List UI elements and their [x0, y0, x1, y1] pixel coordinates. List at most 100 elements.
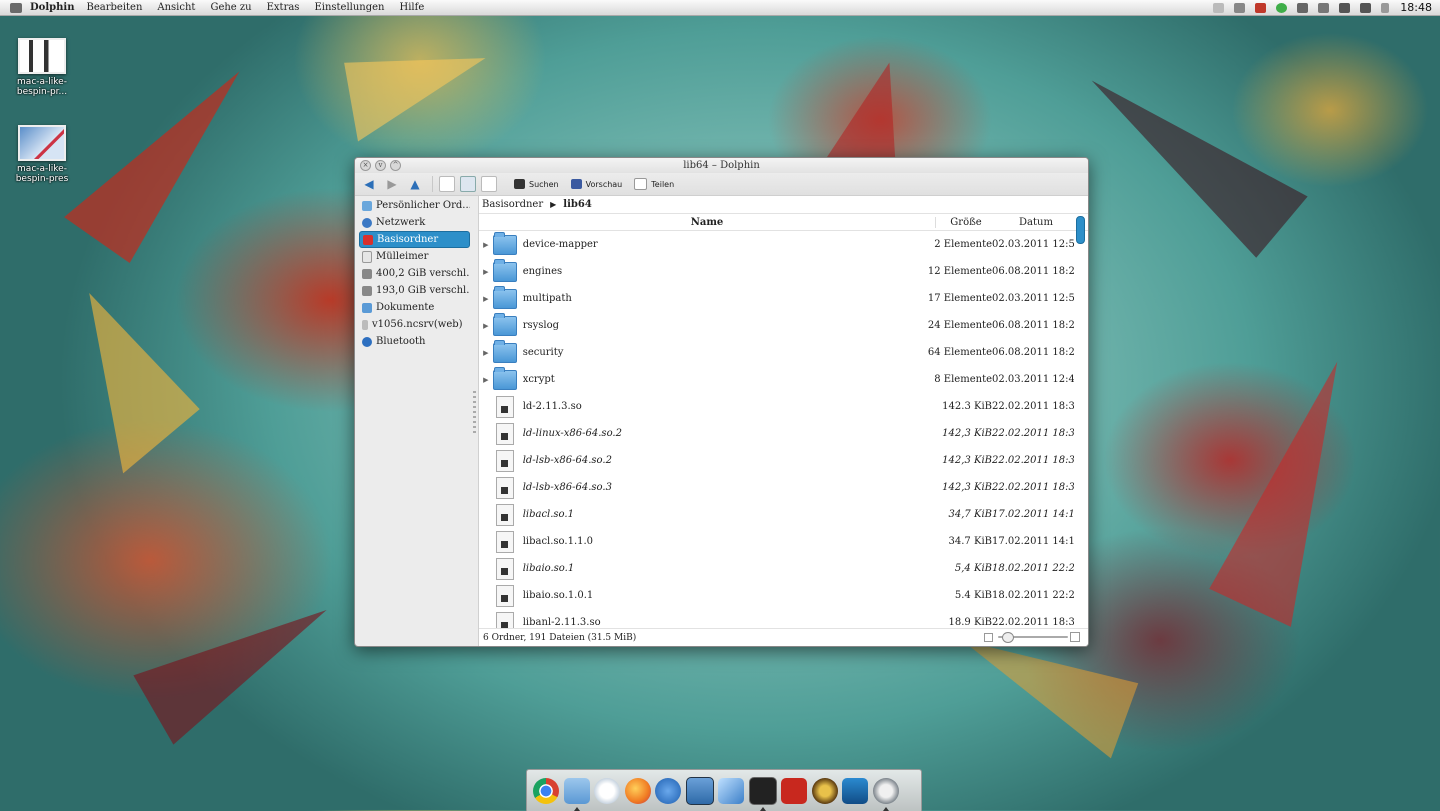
file-row[interactable]: ld-lsb-x86-64.so.2 142,3 KiB 22.02.2011 18…	[479, 447, 1074, 474]
file-size: 8 Elemente	[934, 374, 992, 385]
file-row[interactable]: ▶ xcrypt 8 Elemente 02.03.2011 12:49	[479, 366, 1074, 393]
menu-extras[interactable]: Extras	[267, 2, 300, 13]
column-size[interactable]: Größe	[936, 217, 996, 228]
filezilla-icon[interactable]	[781, 777, 807, 804]
dock	[526, 769, 922, 811]
volume-icon[interactable]	[1360, 2, 1372, 13]
minimize-icon[interactable]: v	[375, 160, 386, 171]
app-name[interactable]: Dolphin	[30, 2, 74, 13]
file-row[interactable]: ▶ rsyslog 24 Elemente 06.08.2011 18:29	[479, 312, 1074, 339]
column-name[interactable]: Name	[479, 216, 936, 228]
oscilloscope-icon[interactable]	[842, 777, 868, 804]
app-logo-icon[interactable]	[10, 2, 22, 13]
place-bluetooth[interactable]: Bluetooth	[359, 333, 470, 350]
breadcrumb-root[interactable]: Basisordner	[482, 199, 543, 210]
file-row[interactable]: ld-lsb-x86-64.so.3 142,3 KiB 22.02.2011 18…	[479, 474, 1074, 501]
column-date[interactable]: Datum	[996, 217, 1076, 228]
zoom-in-icon[interactable]	[1070, 632, 1080, 642]
browser-globe-icon[interactable]	[655, 777, 681, 804]
notification-icon[interactable]	[1213, 2, 1225, 13]
hon-game-icon[interactable]	[811, 777, 838, 804]
close-icon[interactable]: ×	[360, 160, 371, 171]
file-row[interactable]: ▶ security 64 Elemente 06.08.2011 18:28	[479, 339, 1074, 366]
breadcrumb-current[interactable]: lib64	[563, 199, 592, 210]
chevron-down-icon[interactable]	[1381, 2, 1390, 13]
battery-icon[interactable]	[1339, 2, 1351, 13]
zoom-handle[interactable]	[1002, 632, 1014, 643]
file-row[interactable]: ▶ engines 12 Elemente 06.08.2011 18:28	[479, 258, 1074, 285]
back-arrow-icon[interactable]: ◀	[361, 176, 377, 192]
update-icon[interactable]	[1255, 2, 1267, 13]
desktop-icon-1[interactable]: mac-a-like-bespin-pr...	[12, 38, 72, 97]
file-row[interactable]: ▶ device-mapper 2 Elemente 02.03.2011 12:52	[479, 231, 1074, 258]
search-button[interactable]: Suchen	[514, 179, 559, 189]
place-label: Dokumente	[376, 302, 435, 313]
file-row[interactable]: libaio.so.1 5,4 KiB 18.02.2011 22:24	[479, 555, 1074, 582]
chrome-icon[interactable]	[533, 777, 559, 804]
up-arrow-icon[interactable]: ▲	[407, 176, 423, 192]
columns-view-icon[interactable]	[481, 176, 497, 192]
expand-arrow-icon[interactable]: ▶	[479, 322, 493, 330]
menu-hilfe[interactable]: Hilfe	[400, 2, 425, 13]
system-monitor-icon[interactable]	[685, 776, 714, 805]
mail-icon[interactable]	[594, 777, 620, 804]
place-network[interactable]: Netzwerk	[359, 214, 470, 231]
desktop-icon-2[interactable]: mac-a-like-bespin-pres	[12, 125, 72, 184]
file-name: ld-lsb-x86-64.so.2	[522, 455, 612, 466]
expand-arrow-icon[interactable]: ▶	[479, 376, 493, 384]
file-date: 17.02.2011 14:14	[992, 536, 1074, 547]
expand-arrow-icon[interactable]: ▶	[479, 295, 493, 303]
icons-view-icon[interactable]	[439, 176, 455, 192]
place-documents[interactable]: Dokumente	[359, 299, 470, 316]
menu-ansicht[interactable]: Ansicht	[157, 2, 195, 13]
menu-bearbeiten[interactable]: Bearbeiten	[86, 2, 142, 13]
file-row[interactable]: ▶ multipath 17 Elemente 02.03.2011 12:52	[479, 285, 1074, 312]
terminal-icon[interactable]	[748, 776, 777, 811]
zoom-out-icon[interactable]	[984, 633, 993, 642]
expand-arrow-icon[interactable]: ▶	[479, 268, 493, 276]
file-manager-icon[interactable]	[563, 777, 590, 811]
clock[interactable]: 18:48	[1400, 1, 1432, 14]
menu-einstellungen[interactable]: Einstellungen	[314, 2, 384, 13]
place-label: Basisordner	[377, 234, 439, 245]
alert-icon[interactable]	[1234, 2, 1246, 13]
file-name: libaio.so.1.0.1	[522, 590, 594, 601]
file-row[interactable]: ld-2.11.3.so 142.3 KiB 22.02.2011 18:32	[479, 393, 1074, 420]
file-row[interactable]: libacl.so.1.1.0 34.7 KiB 17.02.2011 14:14	[479, 528, 1074, 555]
details-view-icon[interactable]	[460, 176, 476, 192]
place-drive-2[interactable]: 193,0 GiB verschl...	[359, 282, 470, 299]
place-root[interactable]: Basisordner	[359, 231, 470, 248]
place-home[interactable]: Persönlicher Ord...	[359, 197, 470, 214]
place-remote[interactable]: v1056.ncsrv(web)	[359, 316, 470, 333]
window-titlebar[interactable]: × v ^ lib64 – Dolphin	[355, 158, 1088, 173]
clock-app-icon[interactable]	[872, 777, 899, 811]
file-name: multipath	[522, 293, 572, 304]
firefox-icon[interactable]	[624, 777, 651, 804]
place-drive-1[interactable]: 400,2 GiB verschl...	[359, 265, 470, 282]
file-size: 12 Elemente	[927, 266, 992, 277]
place-trash[interactable]: Mülleimer	[359, 248, 470, 265]
file-date: 22.02.2011 18:32	[992, 455, 1074, 466]
split-button[interactable]: Teilen	[634, 178, 674, 190]
file-row[interactable]: libanl-2.11.3.so 18.9 KiB 22.02.2011 18:32	[479, 609, 1074, 629]
file-row[interactable]: libaio.so.1.0.1 5.4 KiB 18.02.2011 22:24	[479, 582, 1074, 609]
network-signal-icon[interactable]	[1297, 2, 1309, 13]
breadcrumb-arrow-icon[interactable]: ▶	[550, 200, 556, 209]
file-name: engines	[522, 266, 563, 277]
forward-arrow-icon[interactable]: ▶	[384, 176, 400, 192]
zoom-slider[interactable]	[984, 632, 1080, 643]
expand-arrow-icon[interactable]: ▶	[479, 349, 493, 357]
menu-gehe-zu[interactable]: Gehe zu	[210, 2, 251, 13]
file-row[interactable]: libacl.so.1 34,7 KiB 17.02.2011 14:14	[479, 501, 1074, 528]
expand-arrow-icon[interactable]: ▶	[479, 241, 493, 249]
file-size: 64 Elemente	[927, 347, 992, 358]
file-size: 34.7 KiB	[948, 536, 992, 547]
file-row[interactable]: ld-linux-x86-64.so.2 142,3 KiB 22.02.2011 …	[479, 420, 1074, 447]
preview-button[interactable]: Vorschau	[570, 179, 622, 189]
vertical-scrollbar[interactable]	[1076, 216, 1085, 244]
check-icon[interactable]	[1276, 2, 1288, 13]
panel-splitter-handle[interactable]	[473, 391, 476, 433]
bluetooth-tray-icon[interactable]	[1318, 2, 1330, 13]
maximize-icon[interactable]: ^	[390, 160, 401, 171]
virtualbox-icon[interactable]	[718, 777, 744, 804]
